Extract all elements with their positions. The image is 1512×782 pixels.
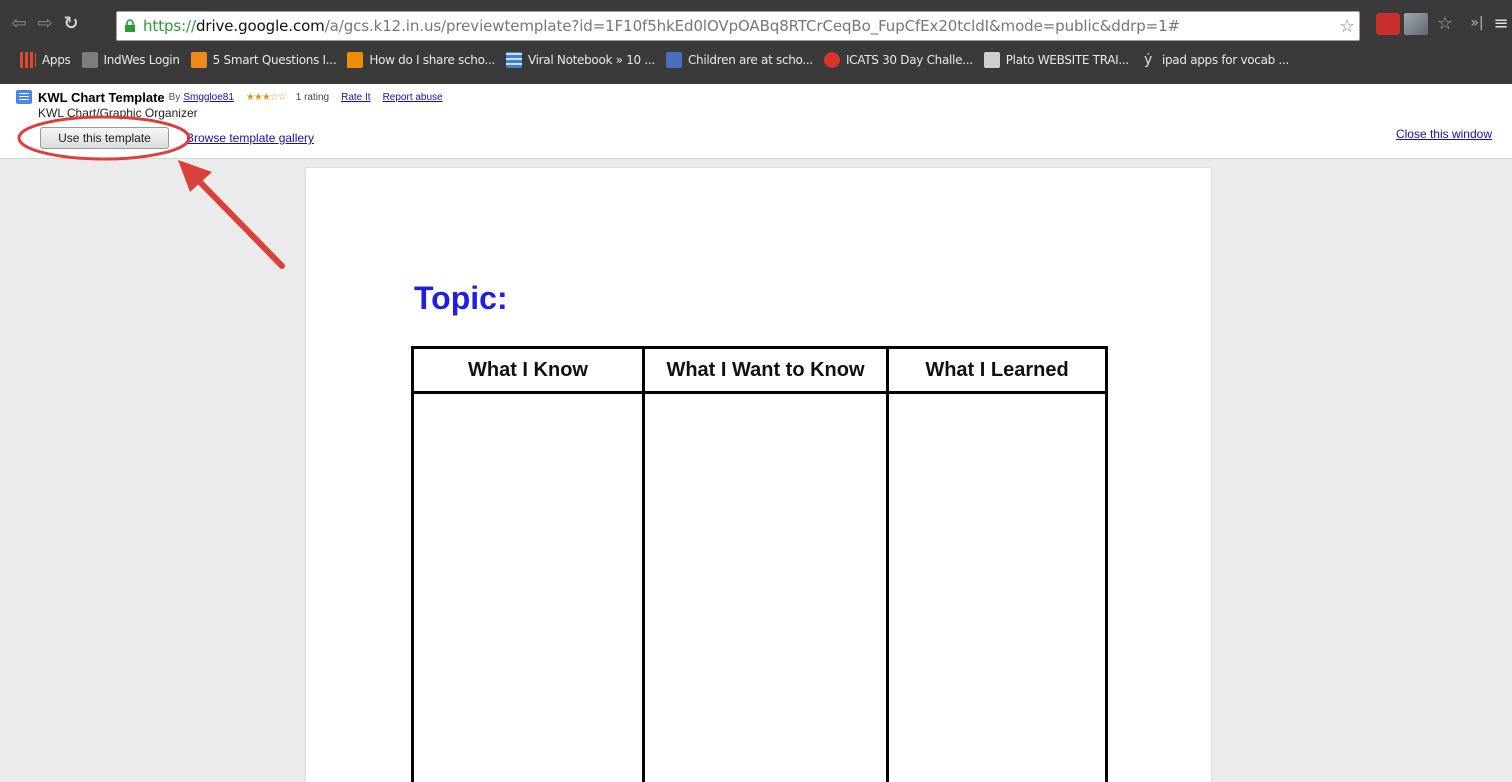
back-icon[interactable]: ⇦ bbox=[8, 12, 30, 34]
bookmark-share[interactable]: How do I share scho... bbox=[347, 52, 495, 68]
bookmark-label: Plato WEBSITE TRAI... bbox=[1005, 53, 1130, 67]
want-cell[interactable] bbox=[642, 391, 889, 782]
bookmark-label: 5 Smart Questions I... bbox=[212, 53, 337, 67]
url-text: https://drive.google.com/a/gcs.k12.in.us… bbox=[143, 17, 1180, 35]
lock-icon bbox=[123, 19, 137, 33]
browser-toolbar: ⇦ ⇨ ↻ https://drive.google.com/a/gcs.k12… bbox=[0, 4, 1512, 46]
url-scheme: https:// bbox=[143, 17, 196, 35]
star-extension-icon[interactable]: ☆ bbox=[1434, 12, 1456, 34]
extensions-overflow-icon[interactable]: »| bbox=[1466, 12, 1488, 34]
bookmark-label: Viral Notebook » 10 ... bbox=[527, 53, 655, 67]
bookmark-ipad-apps[interactable]: ẏ ipad apps for vocab ... bbox=[1140, 52, 1289, 68]
bookmark-label: IndWes Login bbox=[103, 53, 180, 67]
menu-icon[interactable]: ≡ bbox=[1490, 12, 1512, 34]
column-header-want: What I Want to Know bbox=[642, 346, 889, 394]
grid-icon bbox=[505, 52, 522, 68]
chat-icon bbox=[347, 52, 364, 68]
document-preview: Topic: What I Know What I Want to Know W… bbox=[306, 168, 1211, 782]
topic-heading: Topic: bbox=[414, 280, 508, 316]
rate-it-link[interactable]: Rate It bbox=[341, 92, 370, 103]
bookmark-label: Children are at scho... bbox=[687, 53, 813, 67]
bookmark-label: ipad apps for vocab ... bbox=[1161, 53, 1290, 67]
kwl-body-row bbox=[411, 391, 1108, 782]
icats-icon bbox=[823, 52, 840, 68]
by-label: By bbox=[168, 91, 181, 103]
bookmark-label: ICATS 30 Day Challe... bbox=[845, 53, 973, 67]
author-link[interactable]: Smggloe81 bbox=[183, 92, 234, 103]
bookmark-indwes[interactable]: IndWes Login bbox=[81, 52, 180, 68]
use-template-button[interactable]: Use this template bbox=[40, 127, 169, 149]
close-window-link[interactable]: Close this window bbox=[1396, 127, 1492, 141]
bookmark-orange-icon bbox=[190, 52, 207, 68]
bookmark-icats[interactable]: ICATS 30 Day Challe... bbox=[823, 52, 973, 68]
reload-icon[interactable]: ↻ bbox=[60, 12, 82, 34]
flash-extension-icon[interactable] bbox=[1376, 13, 1400, 35]
title-row: KWL Chart Template By Smggloe81 ★★★☆☆ 1 … bbox=[16, 88, 443, 106]
bookmark-smart-questions[interactable]: 5 Smart Questions I... bbox=[190, 52, 337, 68]
indwes-icon bbox=[81, 52, 98, 68]
address-bar[interactable]: https://drive.google.com/a/gcs.k12.in.us… bbox=[116, 11, 1360, 41]
apps-grid-icon bbox=[20, 52, 36, 68]
template-header: KWL Chart Template By Smggloe81 ★★★☆☆ 1 … bbox=[0, 84, 1512, 159]
bookmark-viral-notebook[interactable]: Viral Notebook » 10 ... bbox=[505, 52, 655, 68]
browser-chrome: ⇦ ⇨ ↻ https://drive.google.com/a/gcs.k12… bbox=[0, 0, 1512, 84]
url-path: /a/gcs.k12.in.us/previewtemplate?id=1F10… bbox=[324, 17, 1181, 35]
annotation-arrow-shaft bbox=[193, 175, 285, 269]
template-subtitle: KWL Chart/Graphic Organizer bbox=[38, 106, 198, 120]
image-extension-icon[interactable] bbox=[1404, 13, 1428, 35]
url-host: drive.google.com bbox=[195, 17, 325, 35]
rating-count: 1 rating bbox=[295, 91, 330, 103]
star-rating: ★★★☆☆ bbox=[245, 91, 287, 103]
kwl-table: What I Know What I Want to Know What I L… bbox=[411, 346, 1108, 782]
column-header-learned: What I Learned bbox=[886, 346, 1108, 394]
browse-gallery-link[interactable]: Browse template gallery bbox=[186, 131, 314, 145]
annotation-arrow-head bbox=[178, 160, 212, 192]
bookmark-children[interactable]: Children are at scho... bbox=[665, 52, 813, 68]
bookmark-apps[interactable]: Apps bbox=[20, 52, 71, 68]
forward-icon[interactable]: ⇨ bbox=[34, 12, 56, 34]
know-cell[interactable] bbox=[411, 391, 645, 782]
g-icon bbox=[665, 52, 682, 68]
bookmarks-bar: Apps IndWes Login 5 Smart Questions I...… bbox=[0, 46, 1512, 74]
document-icon bbox=[16, 90, 32, 104]
learned-cell[interactable] bbox=[886, 391, 1108, 782]
bookmark-star-icon[interactable]: ☆ bbox=[1339, 16, 1355, 37]
bookmark-label: How do I share scho... bbox=[369, 53, 495, 67]
template-title: KWL Chart Template bbox=[38, 89, 165, 105]
bookmark-label: Apps bbox=[42, 53, 71, 67]
folder-icon bbox=[983, 52, 1000, 68]
runner-icon: ẏ bbox=[1143, 52, 1152, 68]
bookmark-plato[interactable]: Plato WEBSITE TRAI... bbox=[983, 52, 1130, 68]
column-header-know: What I Know bbox=[411, 346, 645, 394]
report-abuse-link[interactable]: Report abuse bbox=[383, 92, 443, 103]
kwl-header-row: What I Know What I Want to Know What I L… bbox=[411, 346, 1108, 394]
